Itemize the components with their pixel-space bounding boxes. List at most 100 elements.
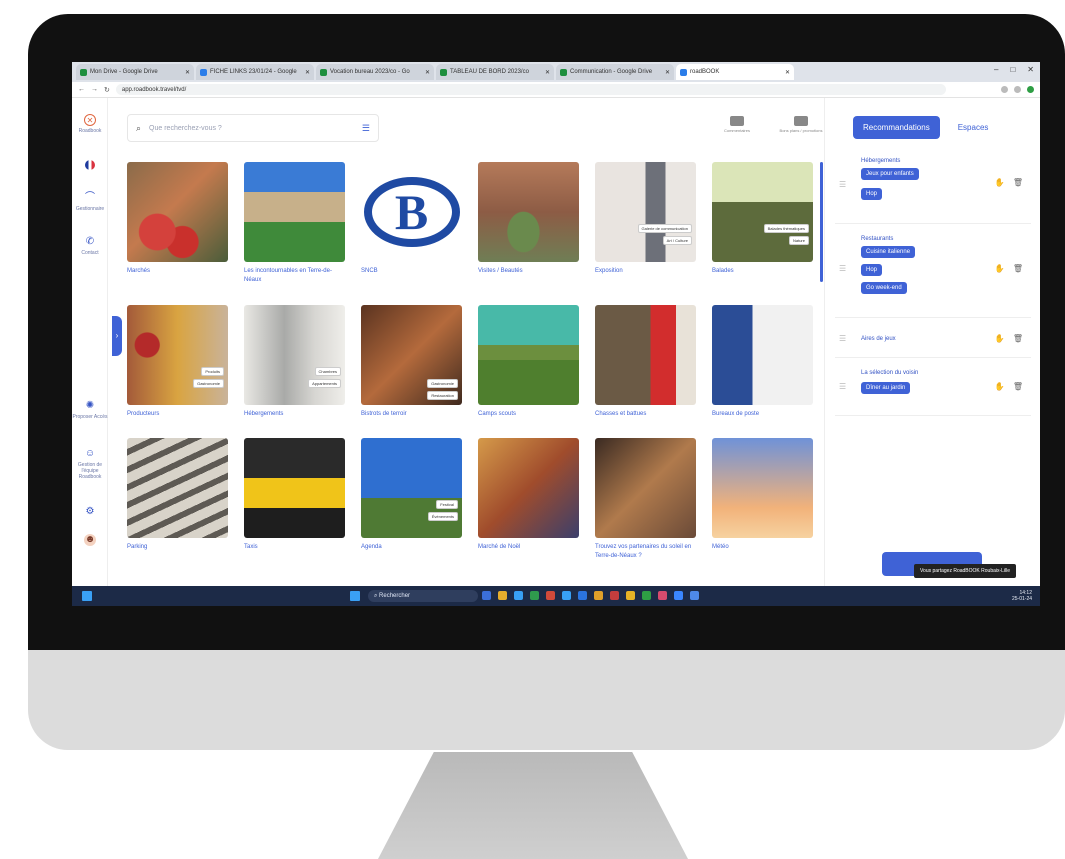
- taskbar-app-icon[interactable]: [594, 591, 603, 600]
- browser-tab[interactable]: Mon Drive - Google Drive ✕: [76, 64, 194, 80]
- forward-icon[interactable]: →: [91, 86, 98, 93]
- card-bistrots[interactable]: Gastronomie Restauration Bistrots de ter…: [361, 305, 462, 419]
- card-tag: Art / Culture: [662, 236, 692, 245]
- card-partenaires[interactable]: Trouvez vos partenaires du soleil en Ter…: [595, 438, 696, 561]
- drag-handle-icon[interactable]: ☰: [839, 334, 846, 343]
- taskbar-app-icon[interactable]: [674, 591, 683, 600]
- browser-tab[interactable]: Communication - Google Drive ✕: [556, 64, 674, 80]
- close-window-icon[interactable]: ✕: [1027, 65, 1034, 74]
- rail-item-contact[interactable]: ✆ Contact: [72, 236, 108, 256]
- system-tray[interactable]: 14:12 25-01-24: [1012, 590, 1032, 602]
- taskbar-app-icon[interactable]: [642, 591, 651, 600]
- star-icon[interactable]: [1014, 86, 1021, 93]
- taskbar-app-icon[interactable]: [626, 591, 635, 600]
- trash-icon[interactable]: 🗑: [1013, 382, 1023, 391]
- search-bar[interactable]: ⌕ Que recherchez-vous ? ☰: [127, 114, 379, 142]
- drag-handle-icon[interactable]: ☰: [839, 180, 846, 189]
- hand-icon[interactable]: ✋: [995, 178, 1005, 187]
- extension-icon[interactable]: [1001, 86, 1008, 93]
- chip[interactable]: Jeux pour enfants: [861, 168, 919, 180]
- close-icon[interactable]: ✕: [305, 69, 310, 76]
- tab-espaces[interactable]: Espaces: [958, 123, 989, 132]
- card-exposition[interactable]: Galerie de communication Art / Culture E…: [595, 162, 696, 276]
- card-parking[interactable]: Parking: [127, 438, 228, 552]
- card-visites[interactable]: Visites / Beautés: [478, 162, 579, 276]
- collapse-panel-button[interactable]: ›: [112, 316, 122, 356]
- comments-button[interactable]: Commentaires: [712, 116, 762, 133]
- browser-tab[interactable]: TABLEAU DE BORD 2023/co ✕: [436, 64, 554, 80]
- rail-item-avatar[interactable]: ☻: [72, 534, 108, 548]
- close-icon[interactable]: ✕: [185, 69, 190, 76]
- sncb-logo: B: [363, 177, 460, 247]
- card-balades[interactable]: Balades thématiques Nature Balades: [712, 162, 813, 276]
- close-icon[interactable]: ✕: [545, 69, 550, 76]
- card-meteo[interactable]: Météo: [712, 438, 813, 552]
- maximize-icon[interactable]: □: [1010, 65, 1015, 74]
- profile-icon[interactable]: [1027, 86, 1034, 93]
- trash-icon[interactable]: 🗑: [1013, 178, 1023, 187]
- card-taxis[interactable]: Taxis: [244, 438, 345, 552]
- deals-button[interactable]: Bons plans / promotions: [776, 116, 826, 133]
- taskbar-app-icon[interactable]: [530, 591, 539, 600]
- trash-icon[interactable]: 🗑: [1013, 334, 1023, 343]
- chip[interactable]: Cuisine italienne: [861, 246, 916, 258]
- trash-icon[interactable]: 🗑: [1013, 264, 1023, 273]
- rail-item-team[interactable]: ☺ Gestion de l'équipe Roadbook: [72, 448, 108, 480]
- chip[interactable]: Hop: [861, 188, 883, 200]
- search-input[interactable]: Que recherchez-vous ?: [149, 125, 222, 132]
- card-image: [244, 438, 345, 538]
- card-image: [478, 162, 579, 262]
- hand-icon[interactable]: ✋: [995, 264, 1005, 273]
- tab-recommandations[interactable]: Recommandations: [853, 116, 940, 139]
- card-sncb[interactable]: B SNCB: [361, 162, 462, 276]
- taskbar-search[interactable]: ⌕ Rechercher: [368, 590, 478, 602]
- card-incontournables[interactable]: Les incontournables en Terre-de-Néaux: [244, 162, 345, 285]
- rail-item-settings[interactable]: ⚙: [72, 506, 108, 520]
- chip[interactable]: Go week-end: [861, 282, 907, 294]
- filter-icon[interactable]: ☰: [362, 123, 370, 134]
- card-caption: Les incontournables en Terre-de-Néaux: [244, 268, 332, 283]
- browser-tab-active[interactable]: roadBOOK ✕: [676, 64, 794, 80]
- back-icon[interactable]: ←: [78, 86, 85, 93]
- widgets-icon[interactable]: [82, 591, 92, 601]
- taskbar-app-icon[interactable]: [610, 591, 619, 600]
- drag-handle-icon[interactable]: ☰: [839, 264, 846, 273]
- card-hebergements[interactable]: Chambres Appartements Hébergements: [244, 305, 345, 419]
- card-bureaux-poste[interactable]: Bureaux de poste: [712, 305, 813, 419]
- browser-tab[interactable]: FICHE LINKS 23/01/24 - Google ✕: [196, 64, 314, 80]
- drag-handle-icon[interactable]: ☰: [839, 382, 846, 391]
- close-icon[interactable]: ✕: [425, 69, 430, 76]
- card-caption: Hébergements: [244, 411, 284, 417]
- hand-icon[interactable]: ✋: [995, 382, 1005, 391]
- taskbar-app-icon[interactable]: [546, 591, 555, 600]
- close-icon[interactable]: ✕: [665, 69, 670, 76]
- taskbar-app-icon[interactable]: [514, 591, 523, 600]
- card-producteurs[interactable]: Produits Gastronomie Producteurs: [127, 305, 228, 419]
- rail-item-roadbook[interactable]: ✕ Roadbook: [72, 114, 108, 134]
- windows-start-icon[interactable]: [350, 591, 360, 601]
- close-icon[interactable]: ✕: [785, 69, 790, 76]
- grid-scrollbar[interactable]: [820, 162, 823, 282]
- taskbar-app-icon[interactable]: [578, 591, 587, 600]
- card-camps-scouts[interactable]: Camps scouts: [478, 305, 579, 419]
- card-agenda[interactable]: Festival Événements Agenda: [361, 438, 462, 552]
- url-field[interactable]: app.roadbook.travel/tvd/: [115, 84, 946, 95]
- rail-item-recommend[interactable]: ✺ Proposer Accès: [72, 400, 108, 420]
- hand-icon[interactable]: ✋: [995, 334, 1005, 343]
- card-marches[interactable]: Marchés: [127, 162, 228, 276]
- browser-tab[interactable]: Vocation bureau 2023/co - Go ✕: [316, 64, 434, 80]
- chip[interactable]: Dîner au jardin: [861, 382, 911, 394]
- chip[interactable]: Hop: [861, 264, 883, 276]
- card-chasses[interactable]: Chasses et battues: [595, 305, 696, 419]
- rail-item-language[interactable]: [72, 160, 108, 172]
- card-tag: Appartements: [308, 379, 341, 388]
- taskbar-app-icon[interactable]: [482, 591, 491, 600]
- rail-item-guests[interactable]: ⌒ Gestionnaire: [72, 192, 108, 212]
- reload-icon[interactable]: ↻: [104, 86, 110, 94]
- taskbar-app-icon[interactable]: [562, 591, 571, 600]
- taskbar-app-icon[interactable]: [690, 591, 699, 600]
- taskbar-app-icon[interactable]: [498, 591, 507, 600]
- taskbar-app-icon[interactable]: [658, 591, 667, 600]
- card-marche-noel[interactable]: Marché de Noël: [478, 438, 579, 552]
- minimize-icon[interactable]: –: [994, 65, 998, 74]
